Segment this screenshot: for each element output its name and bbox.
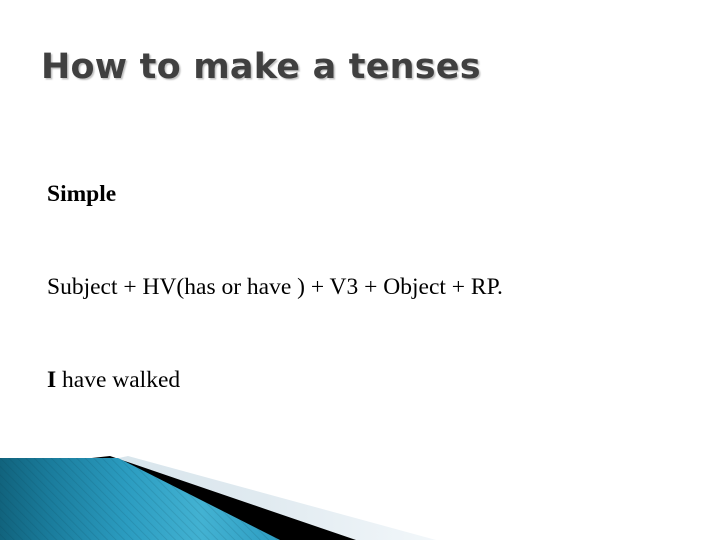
text-line-simple-formula: Subject + HV(has or have ) + V3 + Object…	[47, 272, 697, 303]
text-run: have walked	[56, 367, 181, 393]
text-run-lead: I	[47, 367, 57, 393]
text-line-simple-example: I have walked	[47, 365, 697, 396]
body-text-block: Simple Subject + HV(has or have ) + V3 +…	[47, 117, 697, 540]
text-run: negative	[47, 460, 131, 486]
slide-canvas: How to make a tenses Simple Subject + HV…	[0, 0, 720, 540]
text-line-negative-heading: negative	[47, 458, 697, 489]
text-run: Subject + HV(has or have ) + V3 + Object…	[47, 274, 503, 300]
text-line-simple-heading: Simple	[47, 179, 697, 210]
page-title: How to make a tenses	[41, 47, 481, 87]
text-run: Simple	[47, 181, 117, 207]
